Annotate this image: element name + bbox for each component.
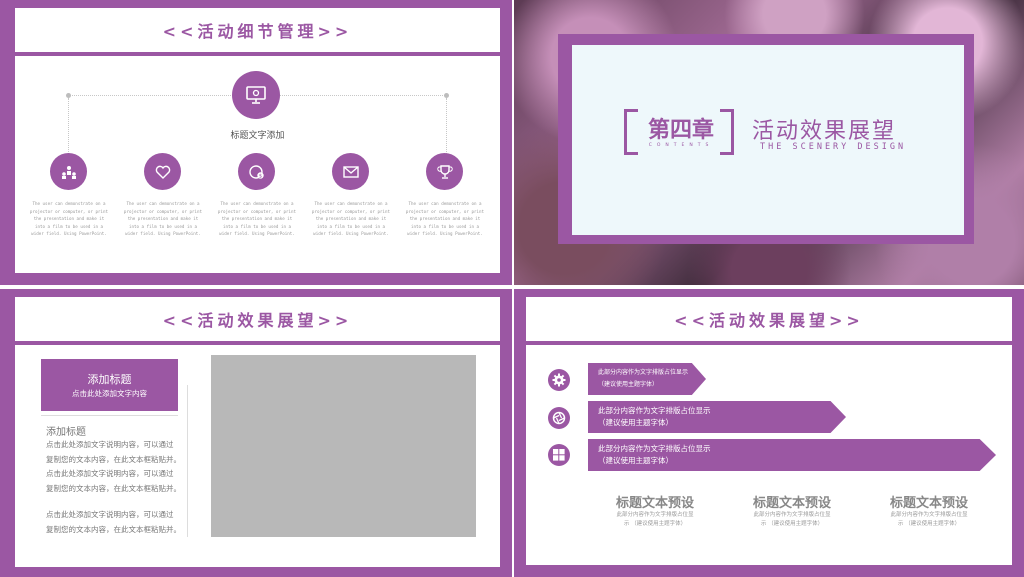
title-card: 第四章 CONTENTS 活动效果展望 THE SCENERY DESIGN	[572, 45, 964, 235]
arrow-text: （建议使用主题字体）	[598, 456, 673, 465]
gear-icon	[548, 369, 570, 391]
paragraph: 点击此处添加文字说明内容，可以通过 复制您的文本内容，在此文本框粘贴并。 点击此…	[46, 438, 181, 496]
slide-activity-details[interactable]: <<活动细节管理>> 标题文字添加 $ The user can demonst…	[0, 0, 512, 285]
column-subtitle-line: 此部分内容作为文字排版占位显	[616, 512, 694, 518]
arrow-banner: 此部分内容作为文字排版占位显示 （建议使用主题字体）	[588, 363, 706, 395]
arrow-banner: 此部分内容作为文字排版占位显示 （建议使用主题字体）	[588, 401, 846, 433]
slide-title-bar: <<活动细节管理>>	[15, 8, 500, 52]
slide-title-bar: <<活动效果展望>>	[526, 297, 1012, 341]
item-text: The user can demonstrate on a projector …	[29, 201, 109, 237]
arrow-text: 此部分内容作为文字排版占位显示	[598, 369, 689, 376]
column-title: 标题文本预设	[752, 496, 831, 511]
left-bracket	[624, 109, 638, 155]
item-text: The user can demonstrate on a projector …	[217, 201, 297, 237]
mail-icon	[332, 153, 369, 190]
arrow-text: （建议使用主题字体）	[598, 418, 673, 427]
svg-text:$: $	[258, 173, 261, 179]
slide-title: <<活动细节管理>>	[162, 22, 353, 41]
slide-effect-outlook-text[interactable]: <<活动效果展望>> 添加标题 点击此处添加文字内容 添加标题 点击此处添加文字…	[0, 289, 512, 577]
column-subtitle-line: 示 （建议使用主题字体）	[897, 520, 961, 527]
column-subtitle-line: 示 （建议使用主题字体）	[623, 520, 687, 527]
slide-grid: <<活动细节管理>> 标题文字添加 $ The user can demonst…	[0, 0, 1024, 577]
slide-title: <<活动效果展望>>	[162, 311, 353, 330]
section-title: 添加标题	[46, 427, 86, 438]
chapter-title: 活动效果展望	[752, 119, 897, 144]
money-clock-icon: $	[238, 153, 275, 190]
item-text: The user can demonstrate on a projector …	[123, 201, 203, 237]
content-panel: 此部分内容作为文字排版占位显示 （建议使用主题字体） 此部分内容作为文字排版占位…	[526, 345, 1012, 565]
content-panel: 添加标题 点击此处添加文字内容 添加标题 点击此处添加文字说明内容，可以通过 复…	[15, 345, 500, 567]
item-text: The user can demonstrate on a projector …	[311, 201, 391, 237]
chapter-subtitle: THE SCENERY DESIGN	[760, 142, 907, 152]
windows-icon	[548, 444, 570, 466]
paragraph-line: 点击此处添加文字说明内容，可以通过	[46, 469, 174, 478]
slide-title-bar: <<活动效果展望>>	[15, 297, 500, 341]
column-subtitle-line: 此部分内容作为文字排版占位显	[890, 512, 968, 518]
people-icon	[50, 153, 87, 190]
arrow-banner: 此部分内容作为文字排版占位显示 （建议使用主题字体）	[588, 439, 996, 471]
monitor-icon	[232, 71, 280, 119]
column-subtitle: 此部分内容作为文字排版占位显 示 （建议使用主题字体）	[874, 511, 984, 528]
chapter-label: 第四章	[647, 118, 714, 143]
paragraph-line: 复制您的文本内容，在此文本框粘贴并。	[46, 454, 181, 464]
column-subtitle-line: 示 （建议使用主题字体）	[760, 520, 824, 527]
paragraph-line: 复制您的文本内容，在此文本框粘贴并。	[46, 524, 181, 534]
right-bracket	[720, 109, 734, 155]
box-subtitle: 点击此处添加文字内容	[72, 389, 147, 398]
slide-chapter-four[interactable]: 第四章 CONTENTS 活动效果展望 THE SCENERY DESIGN	[514, 0, 1024, 285]
title-box: 添加标题 点击此处添加文字内容	[41, 359, 178, 411]
divider	[41, 415, 178, 416]
content-panel: 标题文字添加 $ The user can demonstrate on a p…	[15, 56, 500, 273]
arrow-text: （建议使用主题字体）	[598, 381, 659, 388]
arrow-text: 此部分内容作为文字排版占位显示	[598, 406, 711, 415]
paragraph-line: 复制您的文本内容，在此文本框粘贴并。	[46, 483, 181, 493]
vertical-divider	[187, 385, 188, 537]
arrow-text: 此部分内容作为文字排版占位显示	[598, 444, 711, 453]
image-placeholder[interactable]	[211, 355, 476, 537]
item-text: The user can demonstrate on a projector …	[405, 201, 485, 237]
contents-label: CONTENTS	[648, 143, 714, 148]
paragraph-line: 点击此处添加文字说明内容，可以通过	[46, 440, 174, 449]
column-title: 标题文本预设	[615, 496, 694, 511]
aperture-icon	[548, 407, 570, 429]
heart-icon	[144, 153, 181, 190]
paragraph: 点击此处添加文字说明内容，可以通过 复制您的文本内容，在此文本框粘贴并。	[46, 508, 181, 537]
slide-effect-outlook-arrows[interactable]: <<活动效果展望>> 此部分内容作为文字排版占位显示 （建议使用主题字体） 此部…	[514, 289, 1024, 577]
column-title: 标题文本预设	[889, 496, 968, 511]
trophy-icon	[426, 153, 463, 190]
paragraph-line: 点击此处添加文字说明内容，可以通过	[46, 510, 174, 519]
slide-title: <<活动效果展望>>	[674, 311, 864, 330]
column-subtitle-line: 此部分内容作为文字排版占位显	[753, 512, 831, 518]
box-title: 添加标题	[87, 373, 132, 386]
column-subtitle: 此部分内容作为文字排版占位显 示 （建议使用主题字体）	[737, 511, 847, 528]
center-label: 标题文字添加	[230, 131, 285, 141]
column-subtitle: 此部分内容作为文字排版占位显 示 （建议使用主题字体）	[600, 511, 710, 528]
